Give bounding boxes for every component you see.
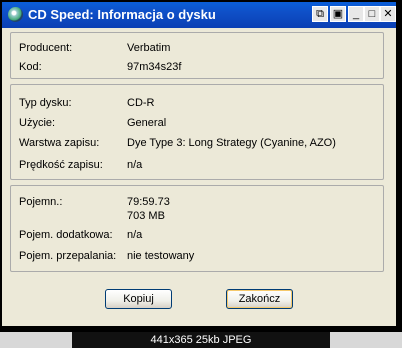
write-speed-label: Prędkość zapisu: bbox=[19, 159, 103, 171]
extra-capacity-value: n/a bbox=[127, 229, 143, 241]
usage-value: General bbox=[127, 117, 167, 129]
image-caption: 441x365 25kb JPEG bbox=[0, 332, 402, 348]
title-bar[interactable]: CD Speed: Informacja o dysku ⧉ ▣ _ □ ✕ bbox=[2, 2, 396, 28]
code-value: 97m34s23f bbox=[127, 61, 182, 73]
minimize-button[interactable]: _ bbox=[348, 6, 364, 22]
window-title: CD Speed: Informacja o dysku bbox=[28, 7, 216, 22]
disc-info-group: Typ dysku: CD-R Użycie: General Warstwa … bbox=[10, 84, 384, 180]
producer-label: Producent: bbox=[19, 42, 73, 54]
capacity-size-value: 703 MB bbox=[127, 210, 165, 222]
capacity-time-value: 79:59.73 bbox=[127, 196, 170, 208]
save-icon[interactable]: ▣ bbox=[330, 6, 346, 22]
manufacturer-group: Producent: Verbatim Kod: 97m34s23f bbox=[10, 32, 384, 79]
extra-capacity-label: Pojem. dodatkowa: bbox=[19, 229, 113, 241]
overburn-capacity-value: nie testowany bbox=[127, 250, 195, 262]
write-speed-value: n/a bbox=[127, 159, 143, 171]
capacity-group: Pojemn.: 79:59.73 703 MB Pojem. dodatkow… bbox=[10, 185, 384, 272]
dialog-window: CD Speed: Informacja o dysku ⧉ ▣ _ □ ✕ P… bbox=[2, 2, 396, 326]
close-dialog-button[interactable]: Zakończ bbox=[226, 289, 293, 309]
cd-app-icon bbox=[8, 7, 23, 22]
code-label: Kod: bbox=[19, 61, 42, 73]
copy-button[interactable]: Kopiuj bbox=[105, 289, 172, 309]
overburn-capacity-label: Pojem. przepalania: bbox=[19, 250, 117, 262]
capacity-label: Pojemn.: bbox=[19, 196, 63, 208]
close-button[interactable]: ✕ bbox=[380, 6, 396, 22]
recording-layer-value: Dye Type 3: Long Strategy (Cyanine, AZO) bbox=[127, 137, 336, 149]
disc-type-value: CD-R bbox=[127, 97, 155, 109]
usage-label: Użycie: bbox=[19, 117, 56, 129]
copy-icon[interactable]: ⧉ bbox=[312, 6, 328, 22]
disc-type-label: Typ dysku: bbox=[19, 97, 72, 109]
caption-text: 441x365 25kb JPEG bbox=[150, 334, 252, 346]
recording-layer-label: Warstwa zapisu: bbox=[19, 137, 100, 149]
maximize-button[interactable]: □ bbox=[364, 6, 380, 22]
producer-value: Verbatim bbox=[127, 42, 171, 54]
